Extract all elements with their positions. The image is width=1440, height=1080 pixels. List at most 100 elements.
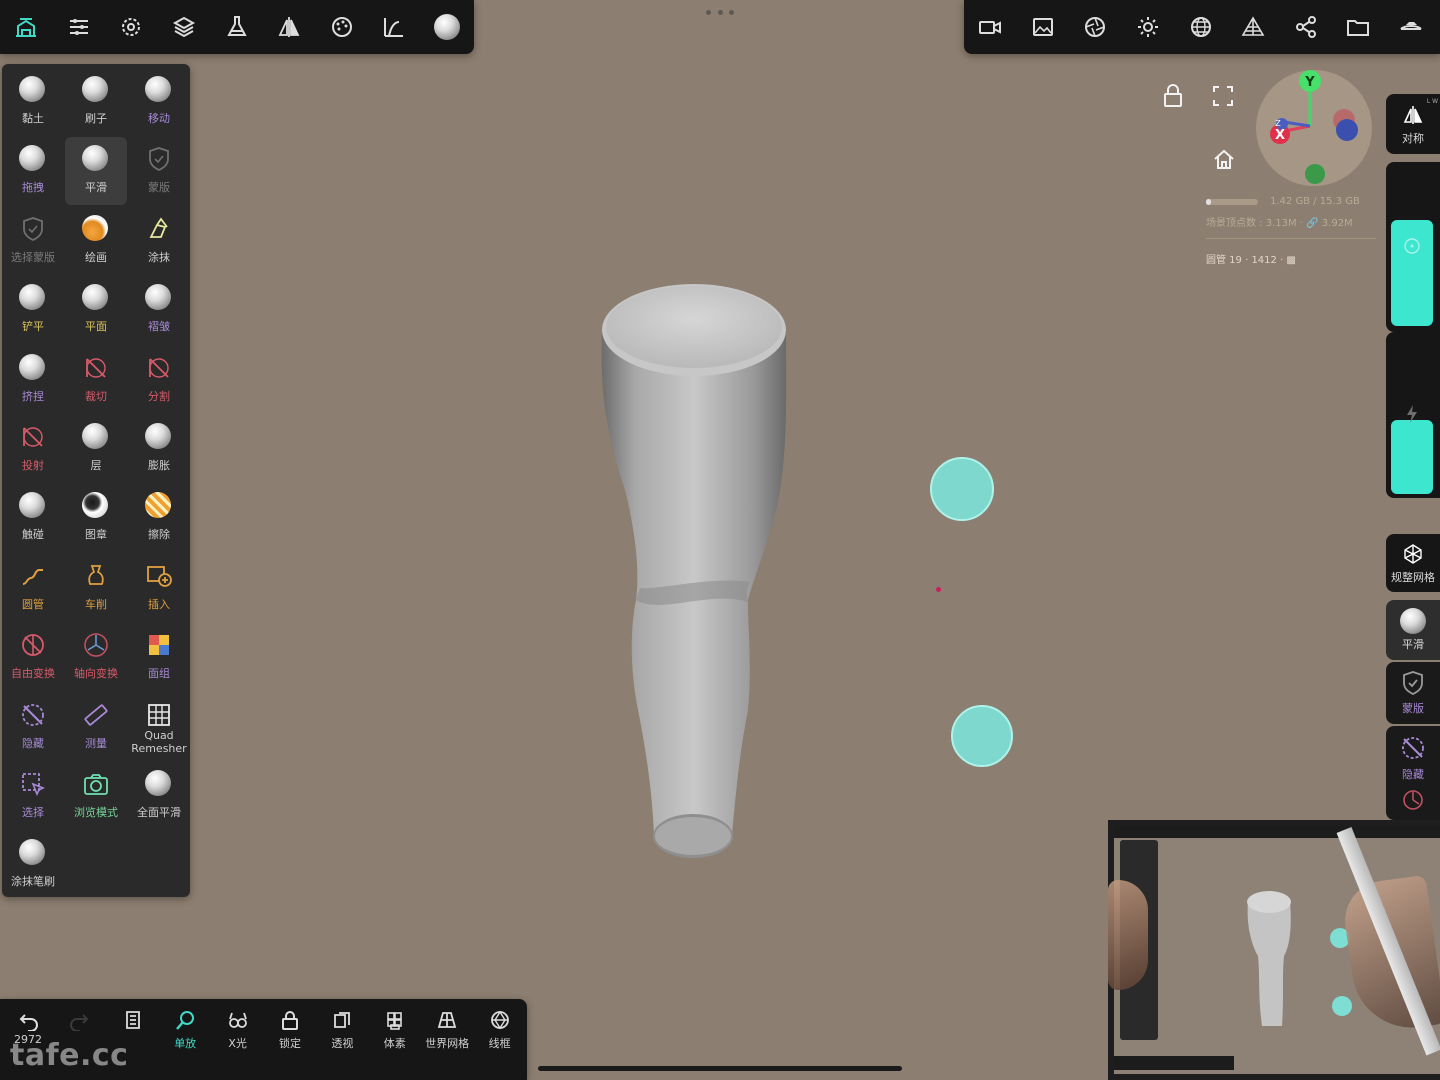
tool-15[interactable]: 投射 <box>2 415 64 483</box>
tube-icon <box>19 562 47 590</box>
remesh-label: 规整网格 <box>1391 571 1435 584</box>
tool-26[interactable]: 面组 <box>128 623 190 691</box>
facegroup-icon <box>145 631 173 659</box>
tool-33[interactable]: 涂抹笔刷 <box>2 831 64 899</box>
tool-label: 圆管 <box>22 597 44 611</box>
sun-icon[interactable] <box>1122 0 1175 54</box>
symmetry-icon[interactable] <box>263 0 316 54</box>
gear-icon[interactable] <box>105 0 158 54</box>
tool-8[interactable]: 涂抹 <box>128 207 190 275</box>
axis-gizmo[interactable]: Y X Z <box>1254 68 1374 188</box>
home-icon[interactable] <box>1212 148 1236 170</box>
mesh-pyramid-icon[interactable] <box>1227 0 1280 54</box>
tool-label: 黏土 <box>22 112 44 125</box>
aperture-icon[interactable] <box>1069 0 1122 54</box>
tool-21[interactable]: 圆管 <box>2 554 64 622</box>
home-indicator[interactable] <box>538 1066 902 1071</box>
tool-6[interactable]: 选择蒙版 <box>2 207 64 275</box>
tool-20[interactable]: 擦除 <box>128 484 190 552</box>
tool-14[interactable]: 分割 <box>128 346 190 414</box>
single-button[interactable]: 单放 <box>159 1005 211 1065</box>
tool-9[interactable]: 铲平 <box>2 276 64 344</box>
sphere-grid-icon[interactable] <box>1174 0 1227 54</box>
sphere-brush-icon <box>82 284 110 312</box>
stamp-icon <box>82 492 110 520</box>
remesh-button[interactable]: 规整网格 <box>1386 534 1440 592</box>
flask-icon[interactable] <box>210 0 263 54</box>
hide-icon[interactable] <box>1385 0 1438 54</box>
smooth-button[interactable]: 平滑 <box>1386 600 1440 660</box>
tool-30[interactable]: 选择 <box>2 762 64 830</box>
folder-icon[interactable] <box>1332 0 1385 54</box>
tool-12[interactable]: 挤捏 <box>2 346 64 414</box>
tool-7[interactable]: 绘画 <box>65 207 127 275</box>
radius-icon <box>1404 238 1420 254</box>
tool-27[interactable]: 隐藏 <box>2 693 64 761</box>
tool-32[interactable]: 全面平滑 <box>128 762 190 830</box>
tool-5[interactable]: 蒙版 <box>128 137 190 205</box>
tool-31[interactable]: 浏览模式 <box>65 762 127 830</box>
tool-10[interactable]: 平面 <box>65 276 127 344</box>
drag-handle[interactable] <box>706 10 734 18</box>
tool-label: 蒙版 <box>148 181 170 195</box>
sphere-brush-icon <box>19 492 47 520</box>
tool-29[interactable]: Quad Remesher <box>128 693 190 761</box>
tool-2[interactable]: 移动 <box>128 68 190 136</box>
sphere-brush-icon <box>19 839 47 867</box>
layers-icon[interactable] <box>158 0 211 54</box>
gizmo-y-label: Y <box>1304 75 1315 90</box>
fullscreen-icon[interactable] <box>1212 85 1234 107</box>
world-grid-button[interactable]: 世界网格 <box>421 1005 473 1065</box>
voxel-button[interactable]: 体素 <box>369 1005 421 1065</box>
magnifier-icon <box>176 1011 195 1030</box>
brush-ball-icon[interactable] <box>421 0 474 54</box>
erase-icon <box>145 492 173 520</box>
tool-11[interactable]: 褶皱 <box>128 276 190 344</box>
smudge-icon <box>145 215 173 243</box>
wireframe-icon <box>490 1010 509 1030</box>
tool-13[interactable]: 裁切 <box>65 346 127 414</box>
settings-sliders-icon[interactable] <box>53 0 106 54</box>
mask-button[interactable]: 蒙版 <box>1386 662 1440 724</box>
touch-indicator <box>930 457 994 521</box>
tool-4[interactable]: 平滑 <box>65 137 127 206</box>
topology-icon[interactable] <box>368 0 421 54</box>
camera-overlay <box>1108 820 1440 1080</box>
tool-17[interactable]: 膨胀 <box>128 415 190 483</box>
sculpt-mesh[interactable] <box>560 270 820 870</box>
lock-icon[interactable] <box>1162 84 1184 108</box>
tool-25[interactable]: 轴向变换 <box>65 623 127 691</box>
tool-23[interactable]: 插入 <box>128 554 190 622</box>
tool-16[interactable]: 层 <box>65 415 127 483</box>
tool-28[interactable]: 测量 <box>65 693 127 761</box>
camera-icon[interactable] <box>964 0 1017 54</box>
tool-22[interactable]: 车削 <box>65 554 127 622</box>
palette-icon[interactable] <box>316 0 369 54</box>
perspective-button[interactable]: 透视 <box>316 1005 368 1065</box>
scene-icon[interactable] <box>0 0 53 54</box>
tool-1[interactable]: 刷子 <box>65 68 127 136</box>
share-icon[interactable] <box>1280 0 1333 54</box>
tool-3[interactable]: 拖拽 <box>2 137 64 205</box>
top-left-toolbar <box>0 0 474 54</box>
symmetry-button[interactable]: 对称 L W <box>1386 94 1440 154</box>
history-icon <box>125 1011 140 1029</box>
ruler-icon <box>82 701 110 729</box>
tool-24[interactable]: 自由变换 <box>2 623 64 691</box>
vertex-count: 场景顶点数 : 3.13M · 🔗 3.92M <box>1206 218 1353 229</box>
image-icon[interactable] <box>1017 0 1070 54</box>
intensity-slider-fill <box>1391 420 1433 494</box>
xray-button[interactable]: X光 <box>212 1005 264 1065</box>
paint-icon <box>82 214 110 243</box>
tool-0[interactable]: 黏土 <box>2 68 64 136</box>
mask-icon <box>1403 671 1423 696</box>
tool-label: 插入 <box>148 597 170 611</box>
lock-button[interactable]: 锁定 <box>264 1005 316 1065</box>
tool-label: 图章 <box>85 528 107 542</box>
wireframe-button[interactable]: 线框 <box>474 1005 526 1065</box>
tool-label: 全面平滑 <box>137 806 181 819</box>
tool-18[interactable]: 触碰 <box>2 484 64 552</box>
bottom-label: 单放 <box>174 1037 197 1050</box>
tool-19[interactable]: 图章 <box>65 484 127 552</box>
hide-button[interactable]: 隐藏 <box>1386 726 1440 820</box>
